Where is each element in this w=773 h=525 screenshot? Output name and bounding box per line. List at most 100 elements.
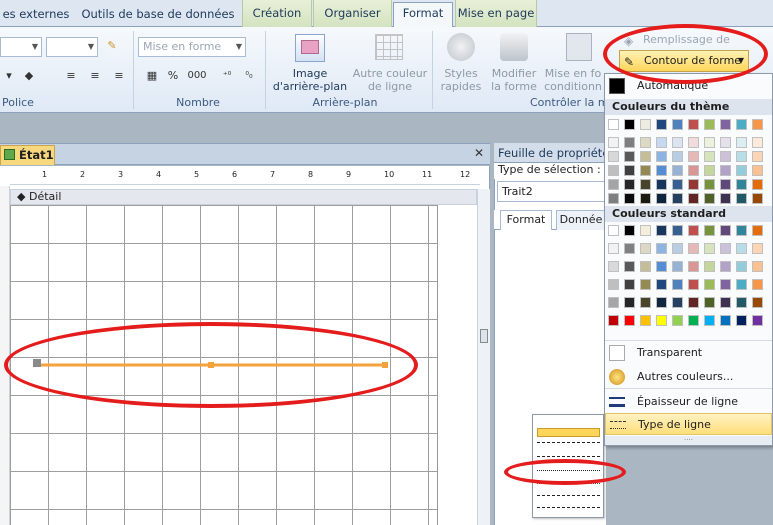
standard-color-swatch[interactable] [704, 261, 715, 272]
theme-shade-swatch[interactable] [608, 165, 619, 176]
line-type-sparse-dots[interactable] [537, 483, 600, 493]
detail-section-bar[interactable]: ◆ Détail [10, 189, 477, 205]
automatic-color-item[interactable]: Automatique [605, 75, 772, 97]
standard-color-swatch[interactable] [656, 225, 667, 236]
quick-styles-button[interactable]: Styles rapides [436, 67, 486, 93]
theme-shade-swatch[interactable] [688, 137, 699, 148]
line-thickness-item[interactable]: Épaisseur de ligne [605, 391, 772, 413]
standard-color-swatch[interactable] [672, 315, 683, 326]
theme-shade-swatch[interactable] [640, 179, 651, 190]
standard-color-swatch[interactable] [720, 297, 731, 308]
standard-color-swatch[interactable] [752, 243, 763, 254]
selected-line-trait2[interactable] [30, 355, 395, 375]
standard-color-swatch[interactable] [640, 297, 651, 308]
theme-shade-swatch[interactable] [640, 137, 651, 148]
more-colors-item[interactable]: Autres couleurs... [605, 366, 772, 388]
line-type-short-dashes[interactable] [537, 456, 600, 466]
align-left-icon[interactable]: ≡ [62, 68, 80, 84]
standard-color-swatch[interactable] [608, 279, 619, 290]
theme-shade-swatch[interactable] [608, 151, 619, 162]
theme-shade-swatch[interactable] [672, 193, 683, 204]
theme-shade-swatch[interactable] [656, 151, 667, 162]
theme-shade-swatch[interactable] [688, 179, 699, 190]
theme-color-swatch[interactable] [688, 119, 699, 130]
theme-color-swatch[interactable] [624, 119, 635, 130]
tab-format[interactable]: Format [393, 2, 453, 28]
fill-color-icon[interactable]: ◆ [20, 68, 38, 84]
standard-color-swatch[interactable] [736, 315, 747, 326]
theme-color-swatch[interactable] [720, 119, 731, 130]
theme-shade-swatch[interactable] [640, 193, 651, 204]
theme-shade-swatch[interactable] [624, 193, 635, 204]
standard-color-swatch[interactable] [656, 315, 667, 326]
vertical-scrollbar[interactable] [477, 189, 490, 525]
object-selector[interactable]: Trait2 [497, 181, 607, 202]
line-type-dash-dot[interactable] [537, 495, 600, 505]
line-type-dashes[interactable] [537, 442, 600, 452]
standard-color-swatch[interactable] [624, 315, 635, 326]
standard-color-swatch[interactable] [640, 279, 651, 290]
standard-color-swatch[interactable] [736, 279, 747, 290]
background-image-button[interactable]: Image d'arrière-plan [270, 67, 350, 93]
tab-creation[interactable]: Création [242, 0, 312, 27]
standard-color-swatch[interactable] [688, 279, 699, 290]
document-tab-etat1[interactable]: État1 [0, 145, 55, 165]
resize-handle-end[interactable] [382, 362, 388, 368]
standard-color-swatch[interactable] [720, 279, 731, 290]
standard-color-swatch[interactable] [624, 225, 635, 236]
theme-color-swatch[interactable] [656, 119, 667, 130]
menu-resize-grip[interactable]: ···· [605, 436, 772, 445]
theme-shade-swatch[interactable] [624, 165, 635, 176]
standard-color-swatch[interactable] [608, 225, 619, 236]
theme-color-swatch[interactable] [672, 119, 683, 130]
theme-color-swatch[interactable] [640, 119, 651, 130]
standard-color-swatch[interactable] [656, 297, 667, 308]
theme-shade-swatch[interactable] [720, 151, 731, 162]
theme-shade-swatch[interactable] [720, 179, 731, 190]
resize-handle-middle[interactable] [208, 362, 214, 368]
standard-color-swatch[interactable] [736, 261, 747, 272]
theme-shade-swatch[interactable] [736, 137, 747, 148]
standard-color-swatch[interactable] [736, 297, 747, 308]
theme-shade-swatch[interactable] [736, 151, 747, 162]
thousands-button[interactable]: 000 [186, 68, 208, 84]
standard-color-swatch[interactable] [672, 279, 683, 290]
standard-color-swatch[interactable] [752, 315, 763, 326]
theme-shade-swatch[interactable] [752, 165, 763, 176]
theme-shade-swatch[interactable] [752, 151, 763, 162]
theme-shade-swatch[interactable] [608, 193, 619, 204]
theme-shade-swatch[interactable] [672, 151, 683, 162]
standard-color-swatch[interactable] [704, 279, 715, 290]
line-type-dash-dot-dot[interactable] [537, 507, 600, 517]
theme-shade-swatch[interactable] [704, 193, 715, 204]
standard-color-swatch[interactable] [656, 243, 667, 254]
standard-color-swatch[interactable] [736, 243, 747, 254]
standard-color-swatch[interactable] [624, 297, 635, 308]
tab-outils-base-de-donnees[interactable]: Outils de base de données [78, 4, 238, 27]
theme-shade-swatch[interactable] [608, 137, 619, 148]
standard-color-swatch[interactable] [688, 297, 699, 308]
standard-color-swatch[interactable] [656, 261, 667, 272]
number-format-combo[interactable]: Mise en forme ▼ [138, 37, 246, 57]
change-shape-button[interactable]: Modifier la forme [488, 67, 540, 93]
standard-color-swatch[interactable] [688, 315, 699, 326]
theme-shade-swatch[interactable] [720, 165, 731, 176]
theme-shade-swatch[interactable] [672, 179, 683, 190]
background-image-icon[interactable] [295, 34, 325, 62]
theme-shade-swatch[interactable] [752, 137, 763, 148]
standard-color-swatch[interactable] [608, 297, 619, 308]
theme-shade-swatch[interactable] [656, 193, 667, 204]
standard-color-swatch[interactable] [624, 243, 635, 254]
theme-shade-swatch[interactable] [736, 179, 747, 190]
standard-color-swatch[interactable] [704, 297, 715, 308]
theme-shade-swatch[interactable] [608, 179, 619, 190]
theme-color-swatch[interactable] [752, 119, 763, 130]
conditional-format-button[interactable]: Mise en fo conditionn [542, 67, 604, 93]
theme-shade-swatch[interactable] [688, 193, 699, 204]
theme-shade-swatch[interactable] [640, 151, 651, 162]
theme-shade-swatch[interactable] [688, 151, 699, 162]
theme-shade-swatch[interactable] [720, 137, 731, 148]
standard-color-swatch[interactable] [688, 261, 699, 272]
tab-format-properties[interactable]: Format [500, 210, 552, 230]
font-size-combo[interactable]: ▼ [46, 37, 98, 57]
